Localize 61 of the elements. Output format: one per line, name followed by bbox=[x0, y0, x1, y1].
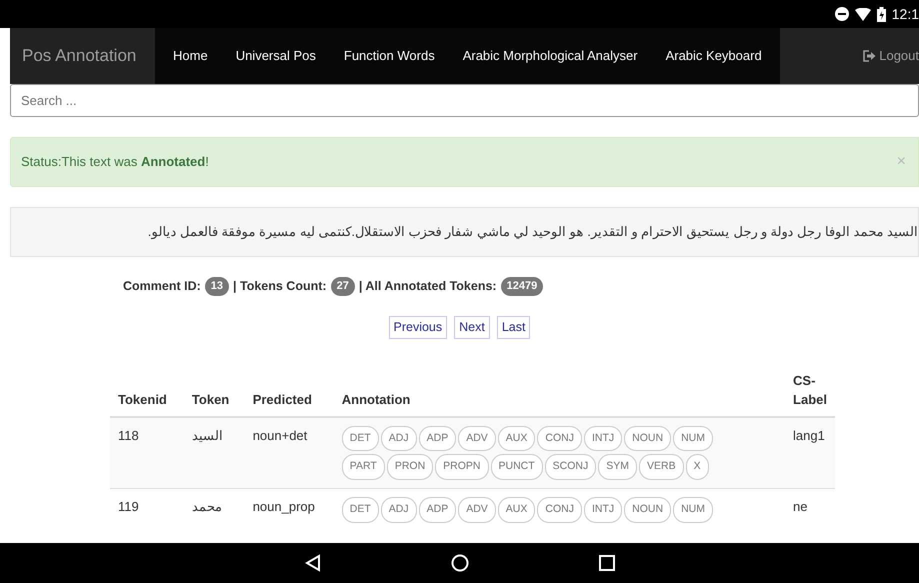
battery-icon bbox=[876, 6, 886, 22]
tag-button[interactable]: ADJ bbox=[380, 426, 417, 452]
nav-link[interactable]: Arabic Keyboard bbox=[652, 46, 776, 66]
info-label: Comment ID: bbox=[123, 278, 201, 295]
brand-link[interactable]: Pos Annotation bbox=[10, 28, 155, 84]
tag-button[interactable]: PRON bbox=[386, 454, 434, 480]
tag-button[interactable]: INTJ bbox=[584, 426, 622, 452]
tag-button[interactable]: VERB bbox=[639, 454, 684, 480]
count-badge: 12479 bbox=[500, 277, 544, 296]
tag-button[interactable]: PUNCT bbox=[490, 454, 543, 480]
alert-text: Status:This text was Annotated! bbox=[21, 153, 209, 172]
tag-button[interactable]: X bbox=[686, 454, 709, 480]
info-label: | All Annotated Tokens: bbox=[358, 278, 497, 295]
table-cell: 119 bbox=[110, 488, 184, 531]
table-cell: lang1 bbox=[785, 416, 835, 488]
tag-button[interactable]: NUM bbox=[673, 426, 713, 452]
table-cell: 118 bbox=[110, 416, 184, 488]
status-time: 12:1 bbox=[892, 4, 919, 24]
tag-button[interactable]: NOUN bbox=[624, 426, 672, 452]
page-link[interactable]: Previous bbox=[388, 316, 448, 338]
nav-link[interactable]: Home bbox=[159, 46, 222, 66]
tag-button[interactable]: DET bbox=[342, 497, 379, 523]
tag-button[interactable]: ADJ bbox=[380, 497, 417, 523]
tag-button[interactable]: ADV bbox=[458, 426, 496, 452]
home-icon[interactable] bbox=[450, 554, 468, 572]
tag-button[interactable]: DET bbox=[342, 426, 379, 452]
tag-button[interactable]: NOUN bbox=[624, 497, 672, 523]
tag-button[interactable]: CONJ bbox=[537, 497, 582, 523]
logout-link[interactable]: Logout bbox=[863, 46, 919, 66]
table-cell: noun+det bbox=[244, 416, 334, 488]
tag-button[interactable]: ADV bbox=[458, 497, 496, 523]
count-badge: 27 bbox=[330, 277, 355, 296]
wifi-icon bbox=[854, 8, 871, 20]
back-icon[interactable] bbox=[304, 554, 320, 572]
logout-icon bbox=[863, 50, 876, 62]
table-cell: السيد bbox=[184, 416, 245, 488]
table-cell: محمد bbox=[184, 488, 245, 531]
comment-text: السيد محمد الوفا رجل دولة و رجل يستحيق الاحترام و التقدير. هو الوحيد لي ماشي شفار فحزب الاستقلال.كنتمى ليه مسيرة موفقة فالعمل ديالو. bbox=[148, 223, 918, 242]
table-cell: noun_prop bbox=[244, 488, 334, 531]
tag-button[interactable]: AUX bbox=[498, 497, 536, 523]
tag-button[interactable]: PART bbox=[342, 454, 385, 480]
tag-button[interactable]: PROPN bbox=[435, 454, 488, 480]
tag-button[interactable]: ADP bbox=[418, 426, 456, 452]
tag-button[interactable]: ADP bbox=[418, 497, 456, 523]
do-not-disturb-icon bbox=[834, 7, 849, 21]
tag-button[interactable]: SCONJ bbox=[544, 454, 596, 480]
search-field[interactable]: Search ... bbox=[10, 84, 919, 117]
page-link[interactable]: Last bbox=[496, 316, 530, 338]
page-link[interactable]: Next bbox=[454, 316, 490, 338]
nav-link[interactable]: Universal Pos bbox=[222, 46, 330, 66]
nav-link[interactable]: Function Words bbox=[330, 46, 449, 66]
recent-apps-icon[interactable] bbox=[598, 555, 614, 571]
tag-button[interactable]: SYM bbox=[598, 454, 638, 480]
nav-link[interactable]: Arabic Morphological Analyser bbox=[448, 46, 652, 66]
info-label: | Tokens Count: bbox=[233, 278, 327, 295]
tag-button[interactable]: INTJ bbox=[584, 497, 622, 523]
table-cell: ne bbox=[785, 488, 835, 531]
count-badge: 13 bbox=[204, 277, 230, 296]
tag-button[interactable]: CONJ bbox=[537, 426, 582, 452]
tag-button[interactable]: AUX bbox=[498, 426, 536, 452]
tag-button[interactable]: NUM bbox=[673, 497, 713, 523]
